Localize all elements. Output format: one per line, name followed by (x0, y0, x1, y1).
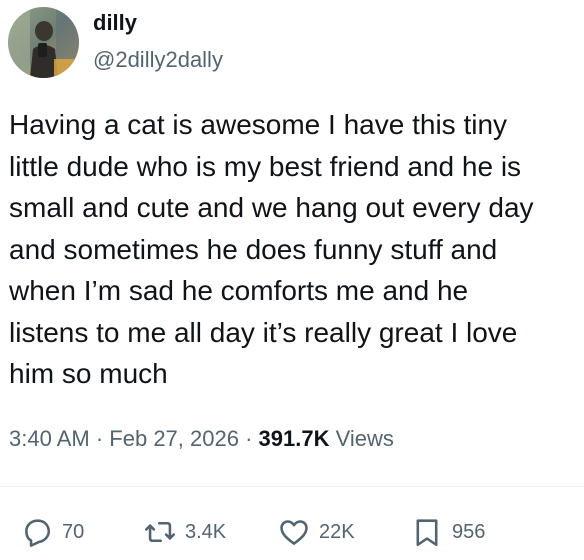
meta-separator: · (245, 426, 253, 451)
repost-count: 3.4K (185, 520, 227, 543)
heart-icon (277, 515, 311, 549)
reply-button[interactable]: 70 (20, 510, 84, 554)
tweet-card: dilly @2dilly2dally Having a cat is awes… (0, 0, 584, 560)
tweet-text: Having a cat is awesome I have this tiny… (9, 109, 534, 389)
reply-bubble-icon (20, 515, 54, 549)
bookmark-count: 956 (452, 520, 486, 543)
reply-count: 70 (62, 520, 85, 543)
repost-arrows-icon (143, 515, 177, 549)
avatar-image (8, 7, 79, 78)
like-count: 22K (319, 520, 355, 543)
like-button[interactable]: 22K (277, 510, 355, 554)
bookmark-button[interactable]: 956 (410, 510, 485, 554)
tweet-metadata: 3:40 AM · Feb 27, 2026 · 391.7K Views (9, 426, 394, 452)
display-name[interactable]: dilly (93, 10, 137, 36)
views-label: Views (335, 426, 394, 451)
avatar[interactable] (8, 7, 79, 78)
tweet-date[interactable]: Feb 27, 2026 (109, 426, 239, 451)
action-bar: 70 3.4K 22K 956 (0, 510, 584, 554)
repost-button[interactable]: 3.4K (143, 510, 226, 554)
user-handle[interactable]: @2dilly2dally (93, 47, 223, 73)
views-count: 391.7K (258, 426, 330, 451)
divider (0, 486, 584, 487)
meta-separator: · (95, 426, 104, 451)
bookmark-icon (410, 515, 444, 549)
tweet-time[interactable]: 3:40 AM (9, 426, 90, 451)
